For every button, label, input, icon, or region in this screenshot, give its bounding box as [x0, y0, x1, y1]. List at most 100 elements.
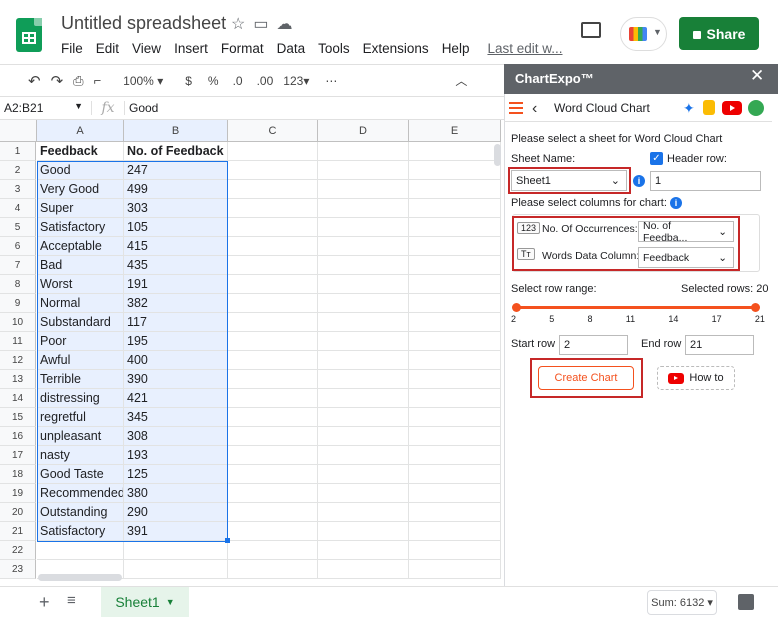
- cell[interactable]: [409, 142, 501, 161]
- cell[interactable]: [318, 142, 409, 161]
- cell[interactable]: [318, 541, 409, 560]
- row-header[interactable]: 20: [0, 503, 36, 522]
- cell[interactable]: [318, 256, 409, 275]
- cell[interactable]: [228, 484, 318, 503]
- menu-data[interactable]: Data: [277, 41, 306, 56]
- cell[interactable]: regretful: [37, 408, 124, 427]
- cell[interactable]: [228, 313, 318, 332]
- row-header[interactable]: 5: [0, 218, 36, 237]
- cell[interactable]: [318, 370, 409, 389]
- cell[interactable]: [409, 351, 501, 370]
- row-header[interactable]: 22: [0, 541, 36, 560]
- row-header[interactable]: 11: [0, 332, 36, 351]
- cell[interactable]: 499: [124, 180, 228, 199]
- cell[interactable]: Satisfactory: [37, 218, 124, 237]
- row-header[interactable]: 23: [0, 560, 36, 579]
- cell[interactable]: Terrible: [37, 370, 124, 389]
- cell[interactable]: [409, 180, 501, 199]
- cell[interactable]: Awful: [37, 351, 124, 370]
- coins-icon[interactable]: [703, 100, 715, 115]
- meet-button[interactable]: ▼: [620, 17, 667, 51]
- column-header-d[interactable]: D: [318, 120, 409, 142]
- decrease-decimal-button[interactable]: .0: [233, 74, 243, 88]
- row-header[interactable]: 8: [0, 275, 36, 294]
- row-header[interactable]: 12: [0, 351, 36, 370]
- slider-end-handle[interactable]: [751, 303, 760, 312]
- cell[interactable]: Bad: [37, 256, 124, 275]
- share-button[interactable]: Share: [679, 17, 759, 50]
- percent-button[interactable]: %: [208, 74, 219, 88]
- cell[interactable]: 421: [124, 389, 228, 408]
- cell[interactable]: Normal: [37, 294, 124, 313]
- cell[interactable]: [318, 218, 409, 237]
- row-header[interactable]: 2: [0, 161, 36, 180]
- back-icon[interactable]: ‹: [532, 100, 537, 118]
- end-row-input[interactable]: 21: [685, 335, 754, 355]
- cell[interactable]: [318, 427, 409, 446]
- cell[interactable]: [228, 161, 318, 180]
- cell[interactable]: [228, 446, 318, 465]
- youtube-icon[interactable]: [722, 101, 742, 115]
- cell[interactable]: 415: [124, 237, 228, 256]
- all-sheets-icon[interactable]: ≡: [67, 592, 76, 609]
- cell[interactable]: [409, 560, 501, 579]
- column-header-b[interactable]: B: [124, 120, 228, 142]
- cell[interactable]: [409, 389, 501, 408]
- words-column-select[interactable]: Feedback ⌄: [638, 247, 734, 268]
- cell[interactable]: [228, 294, 318, 313]
- menu-tools[interactable]: Tools: [318, 41, 350, 56]
- cell[interactable]: 193: [124, 446, 228, 465]
- cell[interactable]: Very Good: [37, 180, 124, 199]
- cell[interactable]: [318, 294, 409, 313]
- menu-extensions[interactable]: Extensions: [363, 41, 429, 56]
- cell[interactable]: 391: [124, 522, 228, 541]
- cell[interactable]: [124, 560, 228, 579]
- cell[interactable]: [228, 370, 318, 389]
- comment-icon[interactable]: [581, 22, 601, 38]
- move-folder-icon[interactable]: ▭: [253, 16, 276, 33]
- cell[interactable]: [409, 465, 501, 484]
- sheet-select[interactable]: Sheet1 ⌄: [511, 170, 627, 191]
- zoom-select[interactable]: 100% ▾: [123, 74, 163, 88]
- cell[interactable]: nasty: [37, 446, 124, 465]
- cell[interactable]: Recommended: [37, 484, 124, 503]
- add-sheet-icon[interactable]: +: [39, 592, 50, 613]
- cell[interactable]: 290: [124, 503, 228, 522]
- cell[interactable]: [409, 446, 501, 465]
- number-format-select[interactable]: 123▾: [283, 74, 309, 88]
- cell[interactable]: 380: [124, 484, 228, 503]
- cell[interactable]: 390: [124, 370, 228, 389]
- cell[interactable]: [228, 351, 318, 370]
- paint-format-icon[interactable]: ⌐: [94, 73, 102, 88]
- cell[interactable]: [228, 218, 318, 237]
- cell[interactable]: [409, 408, 501, 427]
- header-row-checkbox[interactable]: ✓: [650, 152, 663, 165]
- cell[interactable]: [228, 389, 318, 408]
- explore-icon[interactable]: [738, 594, 754, 610]
- undo-icon[interactable]: ↶: [28, 72, 41, 90]
- cell[interactable]: [318, 408, 409, 427]
- occurrences-select[interactable]: No. of Feedba... ⌄: [638, 220, 734, 244]
- cell[interactable]: [409, 332, 501, 351]
- cell[interactable]: [228, 199, 318, 218]
- cell[interactable]: [228, 275, 318, 294]
- cell[interactable]: [318, 446, 409, 465]
- cell[interactable]: 382: [124, 294, 228, 313]
- row-header[interactable]: 13: [0, 370, 36, 389]
- cell[interactable]: [318, 389, 409, 408]
- row-header[interactable]: 1: [0, 142, 36, 161]
- increase-decimal-button[interactable]: .00: [257, 74, 274, 88]
- redo-icon[interactable]: ↷: [51, 72, 64, 90]
- cell[interactable]: [318, 237, 409, 256]
- cell[interactable]: Poor: [37, 332, 124, 351]
- fill-handle[interactable]: [225, 538, 230, 543]
- cell[interactable]: [37, 541, 124, 560]
- cell[interactable]: [318, 313, 409, 332]
- row-range-slider[interactable]: [516, 306, 755, 309]
- create-chart-button[interactable]: Create Chart: [538, 366, 634, 390]
- hamburger-menu-icon[interactable]: [509, 102, 523, 114]
- row-header[interactable]: 3: [0, 180, 36, 199]
- cell[interactable]: [409, 522, 501, 541]
- cell[interactable]: [318, 484, 409, 503]
- cell[interactable]: [409, 313, 501, 332]
